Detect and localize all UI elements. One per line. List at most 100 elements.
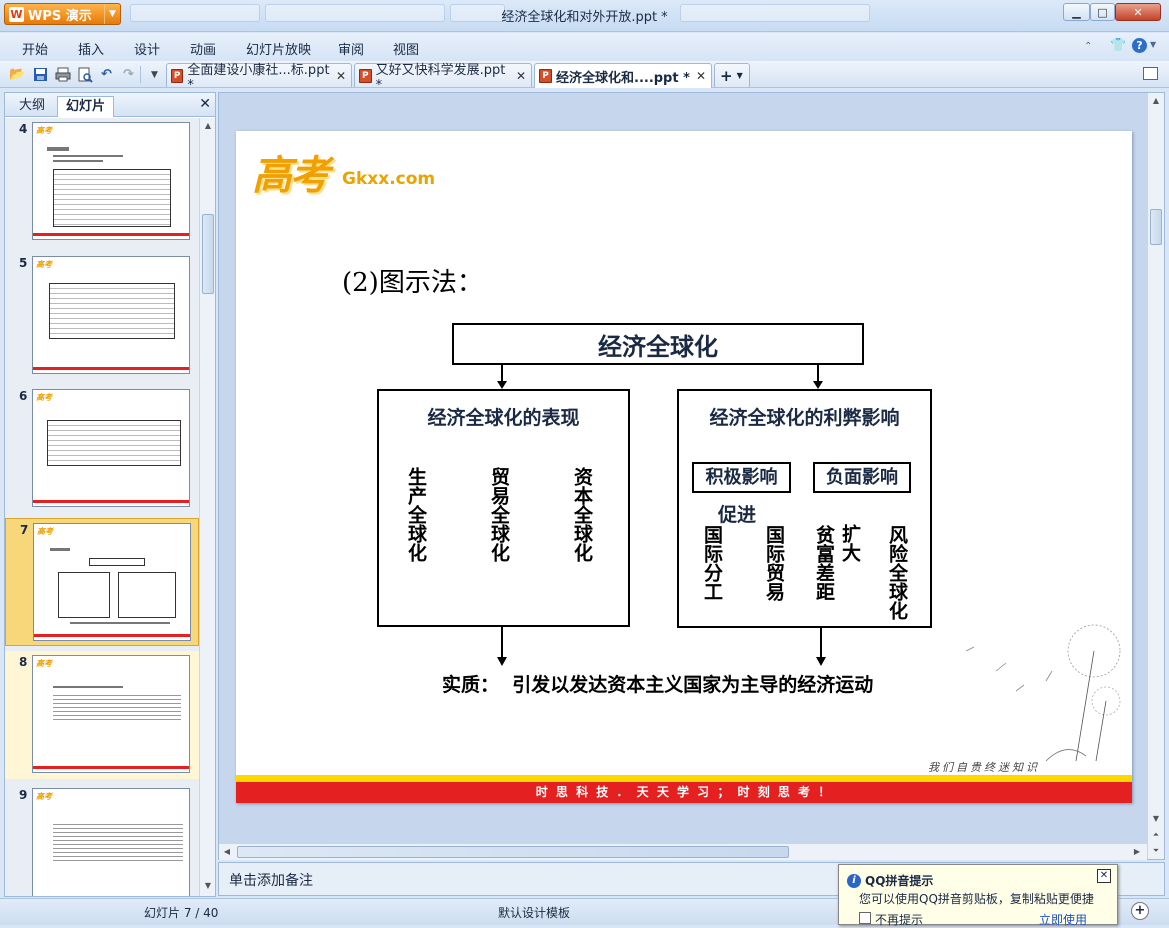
scroll-down-icon[interactable]: ▼ xyxy=(200,878,216,894)
thumb-logo: 高考 xyxy=(36,792,52,801)
design-template[interactable]: 默认设计模板 xyxy=(498,904,570,921)
tab-list-icon[interactable] xyxy=(1143,67,1158,80)
menu-review[interactable]: 审阅 xyxy=(338,39,364,58)
slide-thumb-5[interactable]: 5 高考 xyxy=(5,252,199,380)
close-tab-icon[interactable]: ✕ xyxy=(516,69,526,83)
print-icon[interactable] xyxy=(54,66,71,83)
thumb-logo: 高考 xyxy=(37,527,53,536)
thumb-preview: 高考 xyxy=(32,788,190,896)
scrollbar-thumb[interactable] xyxy=(202,214,214,294)
scrollbar-thumb[interactable] xyxy=(237,846,789,858)
thumb-preview: 高考 xyxy=(32,389,190,507)
scroll-up-icon[interactable]: ▲ xyxy=(200,118,216,134)
popup-close-icon[interactable]: ✕ xyxy=(1097,869,1111,883)
thumb-footer-bar xyxy=(33,766,189,769)
slide-thumbnails: 4 高考 5 高考 6 高考 7 高考 8 高考 9 高考 xyxy=(5,118,199,896)
toolbar-divider xyxy=(140,66,141,83)
label-promote: 促进 xyxy=(718,504,757,526)
thumb-text-block xyxy=(53,692,181,722)
thumb-text-line xyxy=(53,160,103,162)
help-dropdown-icon[interactable]: ▼ xyxy=(1150,40,1156,49)
thumb-footer-bar xyxy=(34,634,190,637)
wps-logo-icon: W xyxy=(9,6,24,22)
scroll-up-icon[interactable]: ▲ xyxy=(1148,93,1164,109)
customize-toolbar-icon[interactable]: ▼ xyxy=(146,66,163,83)
slide-thumb-7-selected[interactable]: 7 高考 xyxy=(5,518,199,646)
tab-outline[interactable]: 大纲 xyxy=(11,96,53,117)
close-window-button[interactable]: ✕ xyxy=(1115,3,1161,21)
undo-icon[interactable]: ↶ xyxy=(98,66,115,83)
thumb-text-block xyxy=(53,821,183,861)
menu-insert[interactable]: 插入 xyxy=(78,39,104,58)
scroll-down-icon[interactable]: ▼ xyxy=(1148,811,1164,827)
menu-slideshow[interactable]: 幻灯片放映 xyxy=(246,39,311,58)
save-icon[interactable] xyxy=(32,66,49,83)
new-tab-button[interactable]: + ▼ xyxy=(714,63,750,87)
thumb-text-line xyxy=(70,622,170,624)
zoom-in-icon[interactable]: + xyxy=(1131,902,1149,920)
slide-position: 幻灯片 7 / 40 xyxy=(144,906,219,920)
doc-tab-kexue[interactable]: P 又好又快科学发展.ppt * ✕ xyxy=(354,63,532,93)
right-box-title: 经济全球化的利弊影响 xyxy=(709,407,900,429)
help-icon[interactable]: ? xyxy=(1132,38,1147,53)
item-trade: 贸易全球化 xyxy=(488,467,510,562)
prev-slide-icon[interactable]: ⏶ xyxy=(1148,827,1164,843)
doc-tab-label: 经济全球化和....ppt * xyxy=(556,70,690,86)
slide-thumb-6[interactable]: 6 高考 xyxy=(5,385,199,513)
menu-design[interactable]: 设计 xyxy=(134,39,160,58)
slide-thumb-4[interactable]: 4 高考 xyxy=(5,118,199,246)
tab-slides[interactable]: 幻灯片 xyxy=(57,96,115,117)
scroll-right-icon[interactable]: ▶ xyxy=(1129,844,1145,860)
scrollbar-thumb[interactable] xyxy=(1150,209,1162,245)
slides-panel: 大纲 幻灯片 ✕ 4 高考 5 高考 6 高考 7 高考 8 高考 9 高考 ▲… xyxy=(4,92,216,897)
vertical-scrollbar[interactable]: ▲ ▼ ⏶ ⏷ xyxy=(1147,93,1164,859)
skin-shirt-icon[interactable]: 👕 xyxy=(1110,38,1126,53)
use-now-link[interactable]: 立即使用 xyxy=(1039,911,1087,928)
slide-number: 8 xyxy=(19,655,28,669)
item-wealth-gap: 贫富差距 xyxy=(813,525,835,601)
doc-tab-xiaokang[interactable]: P 全面建设小康社...标.ppt * ✕ xyxy=(166,63,352,93)
close-tab-icon[interactable]: ✕ xyxy=(336,69,346,83)
thumb-preview: 高考 xyxy=(33,523,191,641)
maximize-button[interactable]: □ xyxy=(1090,3,1115,21)
menu-animation[interactable]: 动画 xyxy=(190,39,216,58)
maximize-icon: □ xyxy=(1097,5,1108,19)
slide-number: 6 xyxy=(19,389,28,403)
print-preview-icon[interactable] xyxy=(76,66,93,83)
thumb-logo: 高考 xyxy=(36,659,52,668)
thumb-text-line xyxy=(47,147,69,151)
negative-impact-box: 负面影响 xyxy=(813,462,911,493)
thumb-footer-bar xyxy=(33,500,189,503)
minimize-button[interactable]: ▁ xyxy=(1063,3,1090,21)
thumb-preview: 高考 xyxy=(32,256,190,374)
thumb-box xyxy=(89,558,145,566)
menu-home[interactable]: 开始 xyxy=(22,39,48,58)
slide-thumb-9[interactable]: 9 高考 xyxy=(5,784,199,896)
thumb-logo: 高考 xyxy=(36,126,52,135)
thumb-logo: 高考 xyxy=(36,393,52,402)
close-tab-icon[interactable]: ✕ xyxy=(696,69,706,83)
next-slide-icon[interactable]: ⏷ xyxy=(1148,843,1164,859)
doc-tab-active[interactable]: P 经济全球化和....ppt * ✕ xyxy=(534,63,712,88)
thumb-table xyxy=(53,169,171,227)
qq-pinyin-popup: i QQ拼音提示 ✕ 您可以使用QQ拼音剪贴板，复制粘贴更便捷 不再提示 立即使… xyxy=(838,864,1118,928)
menu-view[interactable]: 视图 xyxy=(393,39,419,58)
wps-app-button[interactable]: W WPS 演示 ▼ xyxy=(4,3,121,25)
calligraphy-signature: 我们自贵终迷知识 xyxy=(928,761,1040,774)
open-folder-icon[interactable]: 📂 xyxy=(9,66,26,83)
dont-show-label: 不再提示 xyxy=(875,913,924,927)
horizontal-scrollbar[interactable]: ◀ ▶ xyxy=(219,843,1147,860)
thumbnails-scrollbar[interactable]: ▲ ▼ xyxy=(199,118,215,896)
slide-thumb-8[interactable]: 8 高考 xyxy=(5,651,199,779)
thumb-text-line xyxy=(53,686,123,688)
collapse-ribbon-icon[interactable]: ⌃ xyxy=(1084,41,1092,52)
thumb-text-line xyxy=(53,155,123,157)
thumb-logo: 高考 xyxy=(36,260,52,269)
close-panel-icon[interactable]: ✕ xyxy=(199,96,211,112)
popup-message: 您可以使用QQ拼音剪贴板，复制粘贴更便捷 xyxy=(859,892,1094,906)
thumb-box xyxy=(118,572,176,618)
current-slide[interactable]: 高考 Gkxx.com (2)图示法： 经济全球化 经济全球化的表现 生产全球化… xyxy=(236,131,1132,803)
redo-icon[interactable]: ↷ xyxy=(120,66,137,83)
dont-show-checkbox[interactable] xyxy=(859,912,871,924)
scroll-left-icon[interactable]: ◀ xyxy=(219,844,235,860)
